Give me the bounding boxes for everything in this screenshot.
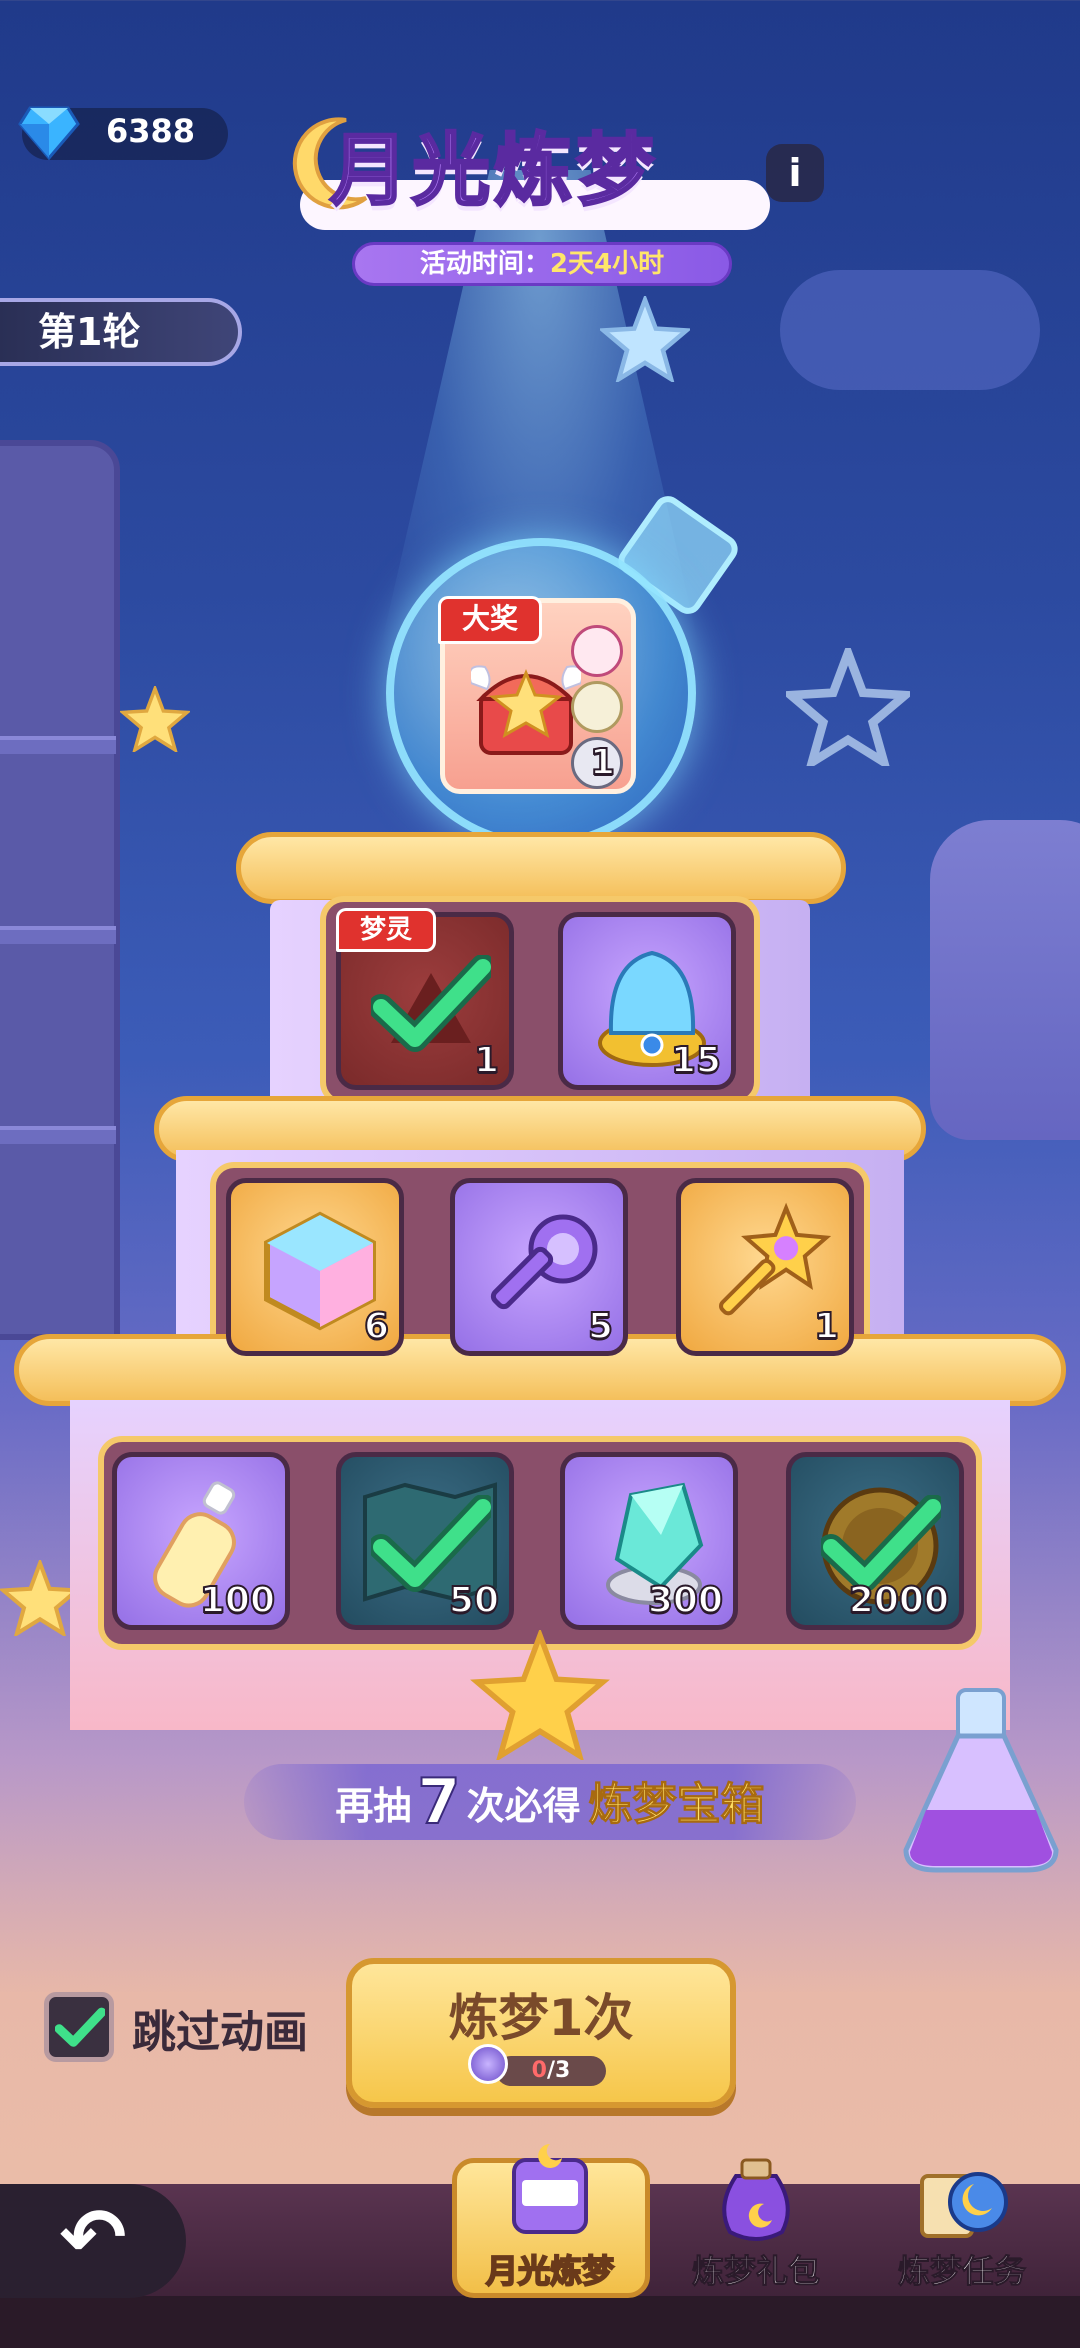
pagoda-roof-top bbox=[236, 832, 846, 904]
reward-card-map[interactable]: 50 bbox=[336, 1452, 514, 1630]
draw-once-label: 炼梦1次 bbox=[448, 1989, 634, 2047]
star-outline-decor-icon bbox=[786, 648, 910, 766]
star-decor-icon bbox=[0, 1560, 80, 1636]
slot-machine-icon bbox=[512, 2144, 588, 2234]
guarantee-middle: 次必得 bbox=[466, 1784, 581, 1828]
page-title: 月光炼梦 bbox=[328, 125, 659, 218]
treasure-chest-icon bbox=[471, 665, 581, 755]
back-arrow-icon: ↶ bbox=[59, 2191, 127, 2284]
reward-quantity: 1 bbox=[473, 1039, 500, 1082]
star-decor-icon bbox=[600, 296, 690, 382]
reward-card-rainbow-cube[interactable]: 6 bbox=[226, 1178, 404, 1356]
draw-cost-pill: 0/3 bbox=[496, 2056, 606, 2086]
cloud-decor bbox=[780, 270, 1040, 390]
skip-animation-checkbox[interactable] bbox=[44, 1992, 114, 2062]
right-jar-decor bbox=[930, 820, 1080, 1140]
bottom-nav-base bbox=[0, 2296, 1080, 2348]
reward-card-star-key[interactable]: 1 bbox=[676, 1178, 854, 1356]
reward-quantity: 100 bbox=[199, 1579, 276, 1622]
back-button[interactable]: ↶ bbox=[0, 2184, 186, 2298]
event-time-value: 2天4小时 bbox=[549, 249, 665, 279]
star-decor-icon bbox=[120, 686, 190, 752]
reward-quantity: 300 bbox=[647, 1579, 724, 1622]
avatar-red-icon bbox=[571, 625, 623, 677]
draw-cost-total: /3 bbox=[546, 2058, 571, 2083]
grand-prize-badge: 大奖 bbox=[438, 596, 542, 644]
event-time-label: 活动时间： bbox=[419, 249, 550, 279]
event-time-bar: 活动时间：2天4小时 bbox=[352, 242, 732, 286]
reward-quantity: 1 bbox=[813, 1305, 840, 1348]
reward-quantity: 5 bbox=[587, 1305, 614, 1348]
gem-icon bbox=[18, 106, 80, 160]
potion-flask-decor-icon bbox=[903, 1688, 1059, 1873]
reward-quantity: 50 bbox=[448, 1579, 500, 1622]
avatar-purple-icon bbox=[571, 681, 623, 733]
draw-cost-have: 0 bbox=[531, 2058, 547, 2083]
tab-label-moonlight-dream: 月光炼梦 bbox=[485, 2251, 615, 2291]
guarantee-prize: 炼梦宝箱 bbox=[588, 1779, 765, 1831]
reward-quantity: 2000 bbox=[848, 1579, 950, 1622]
round-tag: 第1轮 bbox=[0, 298, 242, 366]
guarantee-prefix: 再抽 bbox=[335, 1784, 412, 1828]
skip-animation-label[interactable]: 跳过动画 bbox=[132, 1996, 308, 2060]
info-button[interactable]: i bbox=[766, 144, 824, 202]
guarantee-banner: 再抽7 次必得 炼梦宝箱 bbox=[244, 1764, 856, 1840]
reward-card-purple-key[interactable]: 5 bbox=[450, 1178, 628, 1356]
dream-spirit-badge: 梦灵 bbox=[336, 908, 436, 952]
reward-card-rainbow-bottle[interactable]: 100 bbox=[112, 1452, 290, 1630]
info-icon: i bbox=[788, 151, 802, 195]
tab-label-dream-pack: 炼梦礼包 bbox=[691, 2252, 820, 2291]
reward-card-crystal[interactable]: 300 bbox=[560, 1452, 738, 1630]
check-icon bbox=[55, 2007, 105, 2047]
scroll-moon-icon bbox=[920, 2172, 1008, 2238]
currency-value: 6388 bbox=[106, 112, 196, 150]
potion-bag-icon bbox=[722, 2158, 790, 2241]
left-shelf-decor bbox=[0, 440, 120, 1340]
reward-quantity: 15 bbox=[670, 1039, 722, 1082]
reward-card-gold-coin[interactable]: 2000 bbox=[786, 1452, 964, 1630]
guarantee-count: 7 bbox=[416, 1764, 461, 1839]
tab-label-dream-tasks: 炼梦任务 bbox=[897, 2252, 1026, 2291]
star-base-icon bbox=[470, 1630, 610, 1760]
grand-prize-quantity: 1 bbox=[589, 741, 616, 784]
reward-card-spirit-helmet[interactable]: 15 bbox=[558, 912, 736, 1090]
dream-token-icon bbox=[468, 2044, 508, 2084]
reward-quantity: 6 bbox=[363, 1305, 390, 1348]
